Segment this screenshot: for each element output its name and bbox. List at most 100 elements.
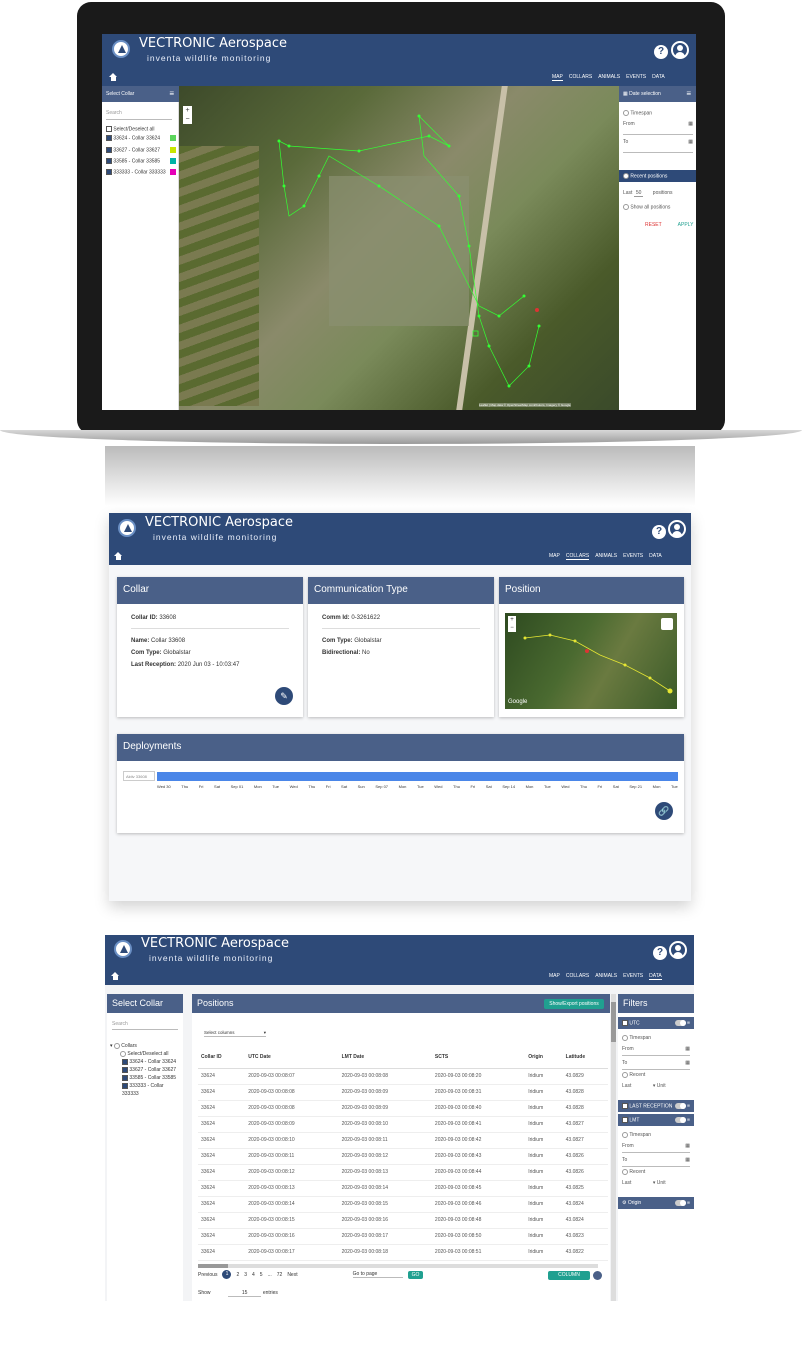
from-field[interactable]: From ▦ — [623, 121, 693, 136]
nav-data[interactable]: DATA — [652, 74, 665, 81]
recent-radio[interactable]: Recent — [622, 1070, 690, 1081]
page-number[interactable]: 1 — [222, 1270, 232, 1279]
nav-animals[interactable]: ANIMALS — [595, 553, 617, 560]
zoom-in-button[interactable]: + — [183, 106, 192, 115]
zoom-out-button[interactable]: − — [508, 624, 516, 632]
search-input[interactable]: Search — [106, 110, 172, 120]
user-icon[interactable] — [671, 41, 689, 59]
edit-button[interactable]: ✎ — [275, 687, 293, 705]
nav-animals[interactable]: ANIMALS — [595, 973, 617, 980]
next-page[interactable]: Next — [287, 1272, 297, 1278]
table-row[interactable]: 33624 2020-09-03 00:08:08 2020-09-03 00:08… — [198, 1100, 608, 1117]
nav-events[interactable]: EVENTS — [623, 973, 643, 980]
nav-collars[interactable]: COLLARS — [565, 553, 590, 560]
user-icon[interactable] — [668, 520, 686, 538]
column-header[interactable]: UTC Date — [245, 1046, 339, 1069]
origin-filter[interactable]: ⚙ Origin ≡ — [618, 1197, 694, 1209]
tree-root[interactable]: ▾ Collars — [110, 1042, 180, 1050]
zoom-in-button[interactable]: + — [508, 616, 516, 624]
last-unit-row[interactable]: Last ▾ Unit — [622, 1178, 690, 1189]
page-number[interactable]: 72 — [277, 1272, 283, 1278]
nav-map[interactable]: MAP — [549, 553, 560, 560]
table-row[interactable]: 33624 2020-09-03 00:08:12 2020-09-03 00:08… — [198, 1164, 608, 1181]
column-header[interactable]: Collar ID — [198, 1046, 246, 1069]
layers-icon[interactable] — [661, 618, 673, 630]
help-icon[interactable]: ? — [652, 525, 666, 539]
page-number[interactable]: 3 — [244, 1272, 247, 1278]
to-field[interactable]: To ▦ — [622, 1058, 690, 1070]
last-value-input[interactable]: 50 — [633, 190, 644, 197]
table-row[interactable]: 33624 2020-09-03 00:08:08 2020-09-03 00:08… — [198, 1084, 608, 1101]
collar-item[interactable]: 33585 - Collar 33585 — [106, 157, 176, 165]
zoom-out-button[interactable]: − — [183, 115, 192, 124]
search-input[interactable]: Search — [112, 1021, 178, 1030]
nav-data[interactable]: DATA — [649, 553, 662, 560]
satellite-map[interactable]: + − Leaflet | Map data © OpenStreetMap c… — [179, 86, 619, 410]
table-row[interactable]: 33624 2020-09-03 00:08:07 2020-09-03 00:08… — [198, 1068, 608, 1085]
deployment-bar[interactable] — [157, 772, 678, 781]
vertical-scrollbar[interactable] — [611, 994, 616, 1301]
timespan-radio[interactable]: Timespan — [622, 1033, 690, 1044]
table-row[interactable]: 33624 2020-09-03 00:08:14 2020-09-03 00:08… — [198, 1196, 608, 1213]
home-icon[interactable] — [109, 73, 118, 81]
table-row[interactable]: 33624 2020-09-03 00:08:16 2020-09-03 00:08… — [198, 1228, 608, 1245]
settings-icon[interactable] — [593, 1271, 602, 1280]
nav-map[interactable]: MAP — [549, 973, 560, 980]
nav-collars[interactable]: COLLARS — [569, 74, 592, 81]
to-field[interactable]: To ▦ — [622, 1155, 690, 1167]
select-columns-dropdown[interactable]: Select columns ▾ — [204, 1030, 266, 1037]
lmt-filter[interactable]: LMT ≡ — [618, 1114, 694, 1126]
recent-positions-option[interactable]: Recent positions — [619, 170, 696, 182]
column-header[interactable]: SCTS — [431, 1046, 526, 1069]
table-row[interactable]: 33624 2020-09-03 00:08:17 2020-09-03 00:08… — [198, 1244, 608, 1261]
collar-item[interactable]: 33624 - Collar 33624 — [106, 135, 176, 142]
nav-data[interactable]: DATA — [649, 973, 662, 980]
utc-filter[interactable]: UTC ≡ — [618, 1017, 694, 1029]
from-field[interactable]: From ▦ — [622, 1141, 690, 1153]
recent-radio[interactable]: Recent — [622, 1167, 690, 1178]
collar-item[interactable]: 333333 - Collar 333333 — [106, 169, 176, 176]
page-number[interactable]: 4 — [252, 1272, 255, 1278]
help-icon[interactable]: ? — [654, 45, 668, 59]
help-icon[interactable]: ? — [653, 946, 667, 960]
goto-page-input[interactable]: Go to page — [352, 1271, 403, 1278]
page-number[interactable]: 5 — [260, 1272, 263, 1278]
collar-item[interactable]: 33627 - Collar 33627 — [106, 146, 176, 154]
last-unit-row[interactable]: Last ▾ Unit — [622, 1081, 690, 1092]
home-icon[interactable] — [114, 552, 123, 560]
entries-select[interactable]: 15 — [227, 1290, 262, 1297]
tree-item[interactable]: 33624 - Collar 33624 — [110, 1058, 180, 1066]
table-row[interactable]: 33624 2020-09-03 00:08:11 2020-09-03 00:08… — [198, 1148, 608, 1165]
go-button[interactable]: GO — [407, 1270, 424, 1279]
tree-item[interactable]: 33627 - Collar 33627 — [110, 1066, 180, 1074]
nav-events[interactable]: EVENTS — [623, 553, 643, 560]
column-header[interactable]: Origin — [525, 1046, 563, 1069]
column-filters-button[interactable]: COLUMN FILTERS — [548, 1271, 590, 1287]
select-all[interactable]: Select/Deselect all — [110, 1050, 180, 1058]
table-row[interactable]: 33624 2020-09-03 00:08:09 2020-09-03 00:08… — [198, 1116, 608, 1133]
nav-map[interactable]: MAP — [552, 74, 563, 81]
nav-collars[interactable]: COLLARS — [566, 973, 589, 980]
table-row[interactable]: 33624 2020-09-03 00:08:13 2020-09-03 00:08… — [198, 1180, 608, 1197]
menu-icon[interactable]: ≡ — [686, 89, 691, 98]
column-header[interactable]: Latitude — [562, 1046, 608, 1069]
tree-item[interactable]: 33585 - Collar 33585 — [110, 1074, 180, 1082]
prev-page[interactable]: Previous — [198, 1272, 217, 1278]
column-header[interactable]: LMT Date — [338, 1046, 432, 1069]
link-button[interactable]: 🔗 — [655, 802, 673, 820]
apply-button[interactable]: APPLY — [678, 222, 694, 228]
timespan-radio[interactable]: Timespan — [623, 110, 693, 116]
nav-events[interactable]: EVENTS — [626, 74, 646, 81]
reset-button[interactable]: RESET — [645, 222, 662, 228]
from-field[interactable]: From ▦ — [622, 1044, 690, 1056]
mini-map[interactable]: + − Google — [505, 613, 677, 709]
show-all-radio[interactable]: Show all positions — [623, 204, 695, 210]
menu-icon[interactable]: ≡ — [169, 89, 174, 98]
page-number[interactable]: 2 — [236, 1272, 239, 1278]
to-field[interactable]: To ▦ — [623, 139, 693, 154]
home-icon[interactable] — [111, 972, 120, 980]
tree-item[interactable]: 333333 - Collar 333333 — [110, 1082, 180, 1098]
horizontal-scrollbar[interactable] — [198, 1264, 598, 1268]
timespan-radio[interactable]: Timespan — [622, 1130, 690, 1141]
table-row[interactable]: 33624 2020-09-03 00:08:10 2020-09-03 00:08… — [198, 1132, 608, 1149]
